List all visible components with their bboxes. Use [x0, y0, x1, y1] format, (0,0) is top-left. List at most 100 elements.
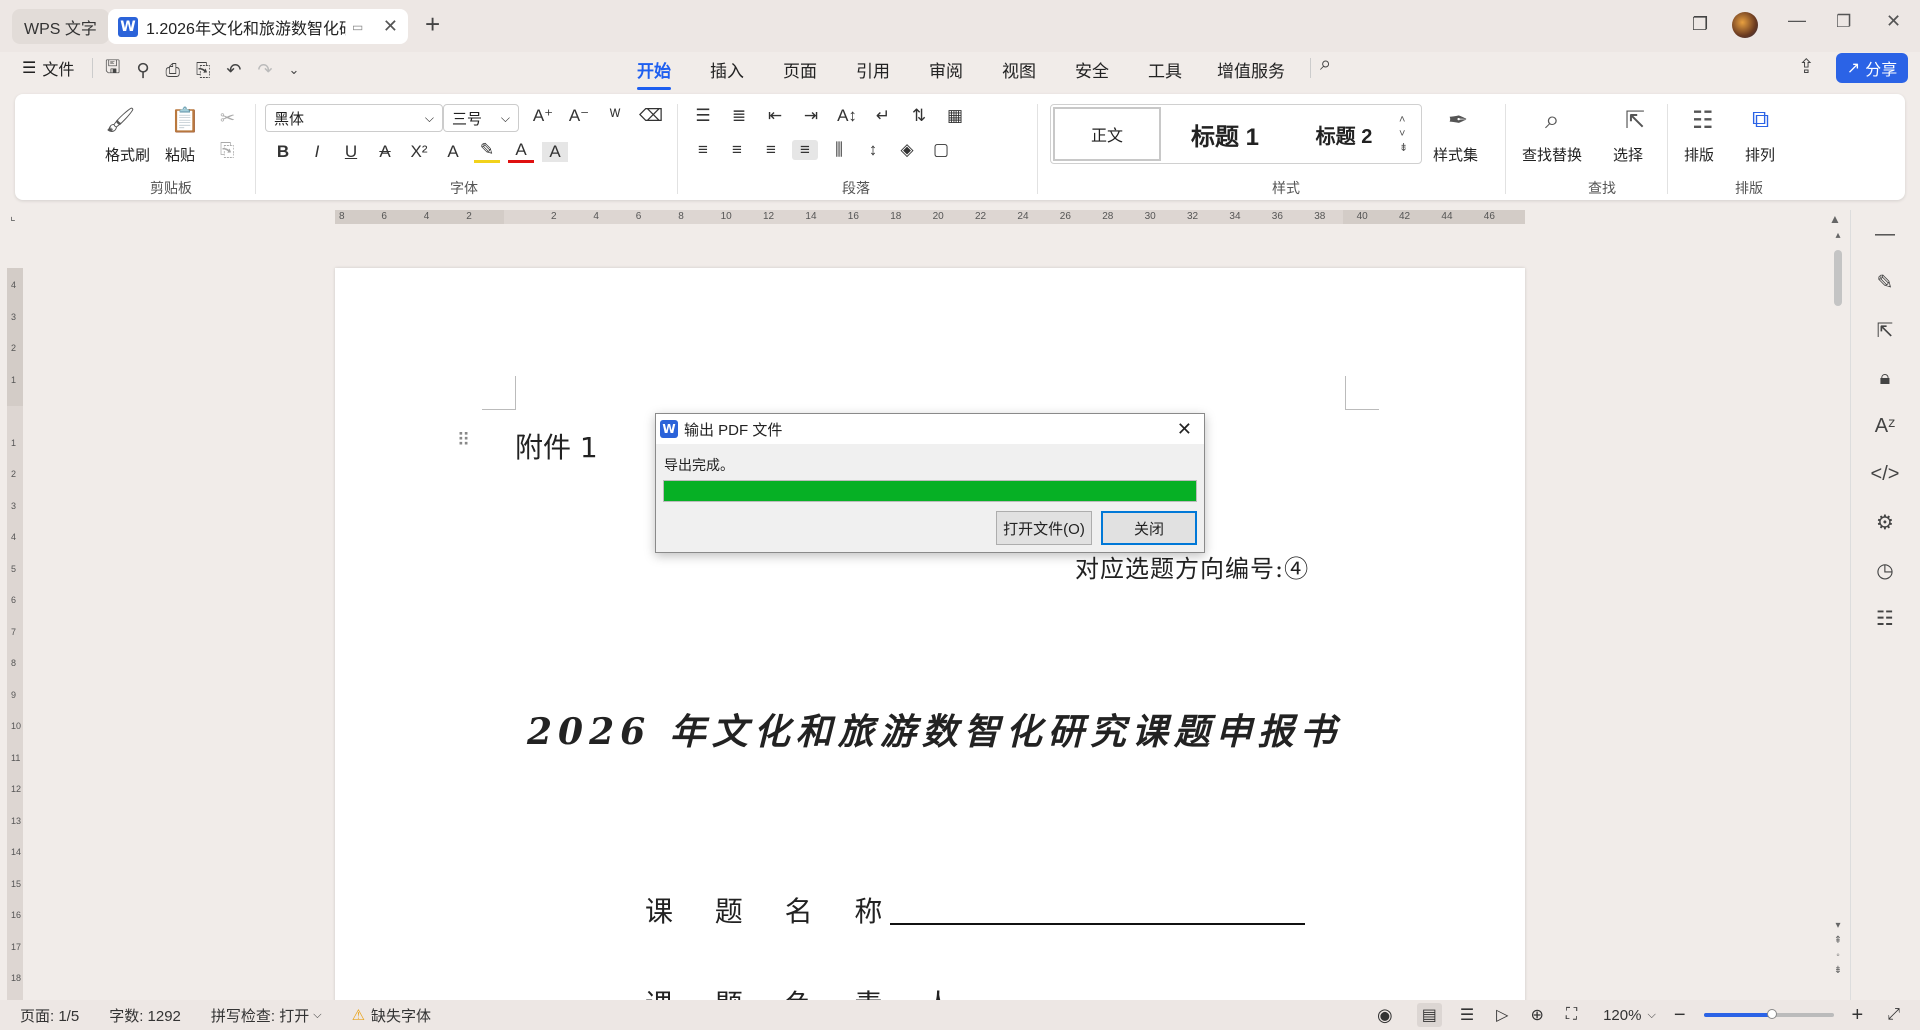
horizontal-ruler[interactable]: 8 6 4 2 2 4 6 8 10 12 14 16 18 20 22 24 26 28 30 32 34 36 38 40…: [335, 210, 1525, 224]
format-painter-button[interactable]: 格式刷: [105, 144, 150, 165]
distributed-icon[interactable]: ⫼: [826, 140, 852, 160]
align-right-icon[interactable]: ≡: [758, 140, 784, 160]
select-cursor-icon[interactable]: ⇱: [1625, 106, 1645, 135]
redo-icon[interactable]: ↷: [257, 60, 272, 81]
collapse-icon[interactable]: —: [1850, 210, 1920, 258]
web-view-icon[interactable]: ⊕: [1530, 1005, 1543, 1025]
arrange-icon[interactable]: ⧉: [1752, 106, 1769, 134]
arrange-button[interactable]: 排列: [1745, 144, 1775, 165]
tab-view[interactable]: 视图: [1002, 57, 1036, 82]
scroll-down-icon[interactable]: ▾: [1829, 918, 1847, 933]
link-icon[interactable]: ⚲: [136, 60, 149, 81]
copy-icon[interactable]: ⎘: [220, 140, 234, 161]
sort-icon[interactable]: ⇅: [906, 106, 932, 126]
select-button[interactable]: 选择: [1613, 144, 1643, 165]
font-name-select[interactable]: 黑体 ⌵: [265, 104, 443, 132]
style-heading-1[interactable]: 标题 1: [1161, 107, 1289, 161]
underline-icon[interactable]: U: [338, 142, 364, 162]
file-menu[interactable]: ☰ 文件: [22, 56, 74, 80]
fullscreen-icon[interactable]: ⤢: [1887, 1006, 1900, 1024]
numbered-list-icon[interactable]: ≣: [726, 106, 752, 126]
cursor-select-icon[interactable]: ⇱: [1850, 306, 1920, 354]
text-effect-icon[interactable]: A: [440, 142, 466, 162]
fit-page-icon[interactable]: ⛶: [1566, 1006, 1577, 1024]
prev-page-icon[interactable]: ⇞: [1829, 933, 1847, 948]
settings-sliders-icon[interactable]: ⚙: [1850, 498, 1920, 546]
style-set-button[interactable]: 样式集: [1433, 144, 1478, 165]
app-tab[interactable]: WPS 文字: [12, 9, 109, 44]
window-layout-icon[interactable]: ❐: [1692, 14, 1708, 35]
next-page-icon[interactable]: ⇟: [1829, 963, 1847, 978]
lock-icon[interactable]: 🔒︎: [1850, 354, 1920, 402]
style-normal[interactable]: 正文: [1053, 107, 1161, 161]
field-project-name-line[interactable]: [890, 895, 1306, 925]
monitor-icon[interactable]: ▭: [352, 20, 363, 34]
tab-stop-selector[interactable]: ⌞: [10, 209, 16, 223]
close-window-icon[interactable]: ✕: [1886, 11, 1901, 32]
paste-button[interactable]: 粘贴: [165, 144, 195, 165]
zoom-slider-handle[interactable]: [1766, 1009, 1777, 1019]
missing-font-indicator[interactable]: 缺失字体: [371, 1005, 431, 1026]
phonetic-guide-icon[interactable]: ᵂ: [602, 106, 628, 126]
align-center-icon[interactable]: ≡: [724, 140, 750, 160]
word-count[interactable]: 字数: 1292: [109, 1005, 181, 1026]
tab-tools[interactable]: 工具: [1148, 57, 1182, 82]
zoom-out-icon[interactable]: −: [1674, 1004, 1686, 1027]
document-page[interactable]: ⠿ 附件 1 对应选题方向编号:④ 2026 年文化和旅游数智化研究课题申报书 …: [335, 268, 1525, 1003]
vertical-scrollbar[interactable]: ▴: [1833, 230, 1843, 314]
close-button[interactable]: 关闭: [1101, 511, 1197, 545]
select-browse-icon[interactable]: ◦: [1829, 948, 1847, 963]
history-clock-icon[interactable]: ◷: [1850, 546, 1920, 594]
justify-icon[interactable]: ≡: [792, 140, 818, 160]
print-icon[interactable]: ⎙: [166, 60, 180, 81]
page-view-icon[interactable]: ▤: [1416, 1003, 1442, 1027]
edit-pen-icon[interactable]: ✎: [1850, 258, 1920, 306]
increase-font-icon[interactable]: A⁺: [530, 106, 556, 126]
format-painter-icon[interactable]: 🖌: [105, 106, 135, 135]
undo-icon[interactable]: ↶: [226, 60, 241, 81]
share-button[interactable]: ↗ 分享: [1836, 53, 1908, 83]
save-icon[interactable]: 🖫: [105, 55, 120, 85]
tab-references[interactable]: 引用: [856, 57, 890, 82]
line-break-icon[interactable]: ↵: [870, 106, 896, 126]
font-color-icon[interactable]: A: [508, 140, 534, 163]
layout-icon[interactable]: ☷: [1692, 106, 1714, 135]
tab-security[interactable]: 安全: [1075, 57, 1109, 82]
table-borders-icon[interactable]: ▦: [942, 106, 968, 126]
tab-value-added[interactable]: 增值服务: [1217, 57, 1285, 82]
tab-page[interactable]: 页面: [783, 57, 817, 82]
line-spacing-icon[interactable]: ↕: [860, 140, 886, 160]
tab-home[interactable]: 开始: [637, 57, 671, 90]
find-replace-icon[interactable]: ⌕: [1545, 104, 1560, 136]
dialog-close-icon[interactable]: ✕: [1177, 419, 1192, 440]
open-file-button[interactable]: 打开文件(O): [996, 511, 1092, 545]
style-scroll-icon[interactable]: ˄ ˅ ⇟: [1399, 113, 1408, 155]
cloud-upload-icon[interactable]: ⇪: [1798, 54, 1815, 79]
shading-icon[interactable]: ◈: [894, 140, 920, 160]
zoom-slider[interactable]: [1703, 1009, 1834, 1019]
minimize-icon[interactable]: —: [1788, 10, 1806, 31]
drag-handle-icon[interactable]: ⠿: [457, 430, 470, 451]
document-tab[interactable]: W 1.2026年文化和旅游数智化研 ▭ ✕: [108, 9, 408, 44]
tab-review[interactable]: 审阅: [929, 57, 963, 82]
restore-icon[interactable]: ❐: [1836, 12, 1851, 32]
outline-icon[interactable]: ☷: [1850, 594, 1920, 642]
decrease-font-icon[interactable]: A⁻: [566, 106, 592, 126]
font-size-select[interactable]: 三号 ⌵: [443, 104, 519, 132]
highlight-icon[interactable]: ✎: [474, 140, 500, 163]
new-tab-button[interactable]: +: [425, 9, 440, 40]
bullet-list-icon[interactable]: ☰: [690, 106, 716, 126]
translate-icon[interactable]: Aᶻ: [1850, 402, 1920, 450]
align-left-icon[interactable]: ≡: [690, 140, 716, 160]
outline-view-icon[interactable]: ☰: [1460, 1005, 1474, 1025]
cut-icon[interactable]: ✂: [220, 108, 235, 129]
ruler-toggle-icon[interactable]: ▲: [1829, 212, 1841, 226]
char-shading-icon[interactable]: A: [542, 141, 568, 162]
decrease-indent-icon[interactable]: ⇤: [762, 106, 788, 126]
play-icon[interactable]: ▷: [1496, 1005, 1508, 1025]
text-direction-icon[interactable]: A↕: [834, 106, 860, 126]
page-indicator[interactable]: 页面: 1/5: [20, 1005, 79, 1026]
search-icon[interactable]: ⌕: [1320, 53, 1331, 76]
code-icon[interactable]: </>: [1850, 450, 1920, 498]
superscript-icon[interactable]: X²: [406, 142, 432, 162]
